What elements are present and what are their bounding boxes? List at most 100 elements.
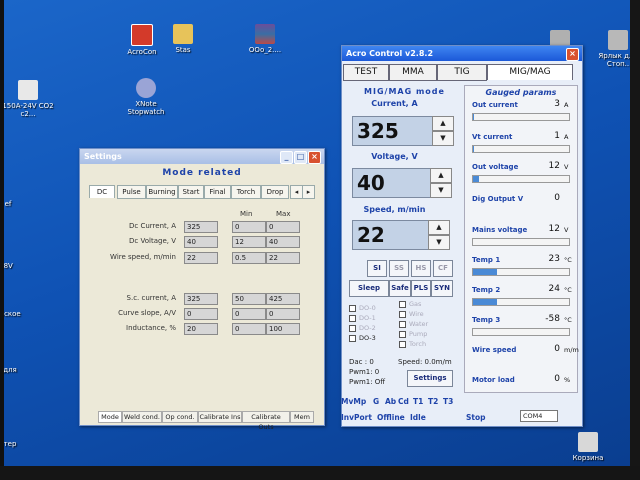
checkbox-do2[interactable]: DO-2 [349, 324, 376, 332]
gauge-bar [472, 145, 570, 153]
gauge-fill [473, 114, 474, 120]
checkbox-do1[interactable]: DO-1 [349, 314, 376, 322]
gauge-bar [472, 298, 570, 306]
com-port-select[interactable]: COM4 [520, 410, 558, 422]
tab-burning[interactable]: Burning [146, 185, 178, 199]
checkbox-water[interactable]: Water [399, 320, 428, 328]
close-button[interactable]: × [308, 151, 321, 164]
tab-final[interactable]: Final [204, 185, 231, 199]
sc-current-field[interactable]: 325 [184, 293, 218, 305]
pls-button[interactable]: PLS [411, 280, 431, 297]
wire-speed-max[interactable]: 22 [266, 252, 300, 264]
tab-scroll-right[interactable]: ▸ [302, 185, 315, 199]
tab-mig-mag[interactable]: MIG/MAG [487, 64, 573, 80]
gauged-title: Gauged params [485, 88, 557, 97]
tab-dc[interactable]: DC [89, 185, 115, 198]
tab-mma[interactable]: MMA [389, 64, 437, 81]
safe-button[interactable]: Safe [389, 280, 411, 297]
settings-section-title: Mode related [162, 168, 242, 178]
inductance-min[interactable]: 0 [232, 323, 266, 335]
wire-speed-field[interactable]: 22 [184, 252, 218, 264]
col-min: Min [240, 210, 253, 218]
gauge-label: Mains voltage [472, 226, 528, 234]
dc-voltage-min[interactable]: 12 [232, 236, 266, 248]
sleep-button[interactable]: Sleep [349, 280, 389, 297]
sc-current-max[interactable]: 425 [266, 293, 300, 305]
gauge-value: 0 [554, 193, 560, 203]
dc-voltage-max[interactable]: 40 [266, 236, 300, 248]
dc-voltage-field[interactable]: 40 [184, 236, 218, 248]
wire-speed-min[interactable]: 0.5 [232, 252, 266, 264]
dc-current-min[interactable]: 0 [232, 221, 266, 233]
checkbox-do3[interactable]: DO-3 [349, 334, 376, 342]
voltage-down-button[interactable]: ▼ [430, 183, 452, 198]
current-down-button[interactable]: ▼ [432, 131, 454, 146]
row-label: Wire speed, m/min [110, 253, 176, 261]
inductance-field[interactable]: 20 [184, 323, 218, 335]
desktop-icon-left4[interactable]: для [0, 366, 38, 374]
curve-slope-min[interactable]: 0 [232, 308, 266, 320]
desktop-icon-korzina[interactable]: Корзина [560, 432, 616, 462]
gauge-bar [472, 328, 570, 336]
checkbox-pump[interactable]: Pump [399, 330, 427, 338]
curve-slope-field[interactable]: 0 [184, 308, 218, 320]
desktop-icon-co2[interactable]: 150A-24V CO2 c2... [0, 80, 56, 118]
settings-button[interactable]: Settings [407, 370, 453, 387]
minimize-button[interactable]: _ [280, 151, 293, 164]
checkbox-gas[interactable]: Gas [399, 300, 421, 308]
cf-button[interactable]: CF [433, 260, 453, 277]
speed-up-button[interactable]: ▲ [428, 220, 450, 235]
acro-titlebar[interactable]: Acro Control v2.8.2 × [342, 46, 582, 61]
current-display: 325 [352, 116, 434, 146]
gauge-label: Temp 2 [472, 286, 501, 294]
bottom-tab-calibrate-ins[interactable]: Calibrate Ins [198, 411, 242, 423]
desktop-icon-left3[interactable]: Бское [0, 310, 38, 318]
gauge-value: 1 [554, 131, 560, 141]
desktop-icon-left2[interactable]: 28V [0, 262, 34, 270]
settings-title: Settings [84, 152, 122, 161]
desktop-icon-left5[interactable]: тер [0, 440, 38, 448]
close-button[interactable]: × [566, 48, 579, 61]
checkbox-torch[interactable]: Torch [399, 340, 426, 348]
dc-current-max[interactable]: 0 [266, 221, 300, 233]
row-label: Dc Voltage, V [129, 237, 176, 245]
dc-current-field[interactable]: 325 [184, 221, 218, 233]
ss-button[interactable]: SS [389, 260, 409, 277]
gauge-unit: m/m [564, 346, 579, 354]
tab-start[interactable]: Start [178, 185, 204, 199]
bottom-tab-mode[interactable]: Mode [98, 411, 122, 423]
desktop-icon-stas[interactable]: Stas [155, 24, 211, 54]
current-up-button[interactable]: ▲ [432, 116, 454, 131]
inductance-max[interactable]: 100 [266, 323, 300, 335]
gauge-label: Vt current [472, 133, 513, 141]
sc-current-min[interactable]: 50 [232, 293, 266, 305]
gauge-label: Out voltage [472, 163, 519, 171]
checkbox-wire[interactable]: Wire [399, 310, 424, 318]
bottom-tab-op-cond[interactable]: Op cond. [162, 411, 198, 423]
gauge-value: 24 [548, 284, 560, 294]
settings-titlebar[interactable]: Settings _ □ × [80, 149, 324, 164]
maximize-button[interactable]: □ [294, 151, 307, 164]
desktop-icon-xnote[interactable]: XNote Stopwatch [118, 78, 174, 116]
hs-button[interactable]: HS [411, 260, 431, 277]
gauge-value: 0 [554, 344, 560, 354]
gauge-label: Temp 3 [472, 316, 501, 324]
si-button[interactable]: SI [367, 260, 387, 277]
status-cd: Cd [398, 397, 409, 406]
acro-title: Acro Control v2.8.2 [346, 49, 434, 58]
checkbox-do0[interactable]: DO-0 [349, 304, 376, 312]
curve-slope-max[interactable]: 0 [266, 308, 300, 320]
tab-test[interactable]: TEST [343, 64, 389, 81]
bottom-tab-weld-cond[interactable]: Weld cond. [122, 411, 162, 423]
speed-down-button[interactable]: ▼ [428, 235, 450, 250]
bottom-tab-mem[interactable]: Mem [290, 411, 314, 423]
tab-tig[interactable]: TIG [437, 64, 487, 81]
voltage-up-button[interactable]: ▲ [430, 168, 452, 183]
bottom-tab-calibrate-outs[interactable]: Calibrate Outs [242, 411, 290, 431]
tab-pulse[interactable]: Pulse [117, 185, 146, 199]
syn-button[interactable]: SYN [431, 280, 453, 297]
desktop-icon-ooo[interactable]: OOo_2.... [237, 24, 293, 54]
desktop-icon-left1[interactable]: ef [0, 200, 36, 208]
tab-drop[interactable]: Drop [261, 185, 289, 199]
tab-torch[interactable]: Torch [231, 185, 261, 199]
